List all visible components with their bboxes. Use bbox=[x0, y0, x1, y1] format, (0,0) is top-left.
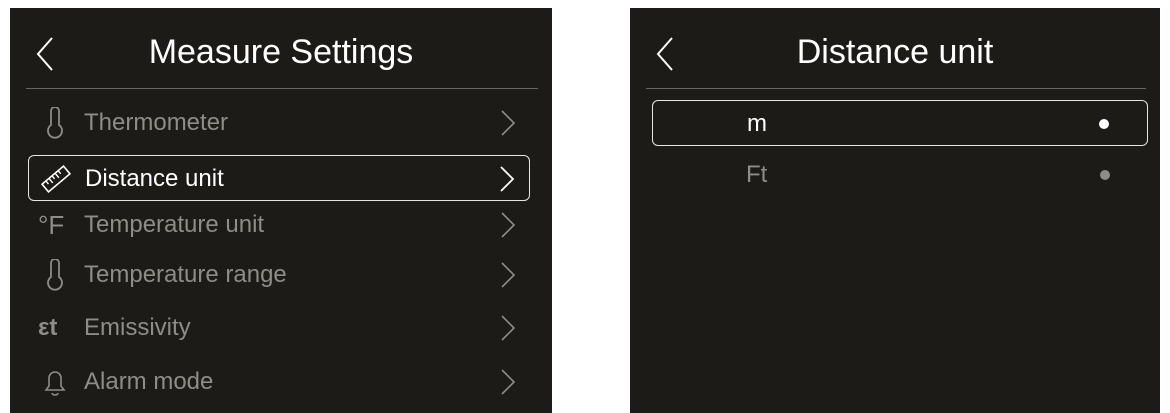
menu-item-label: Temperature unit bbox=[84, 211, 265, 238]
bell-icon bbox=[38, 366, 72, 398]
radio-indicator bbox=[1099, 119, 1109, 129]
header-divider bbox=[26, 88, 538, 89]
menu-item-label: Alarm mode bbox=[84, 368, 214, 395]
option-ft[interactable]: Ft bbox=[652, 152, 1148, 198]
chevron-right-icon bbox=[498, 107, 518, 139]
option-label: Ft bbox=[746, 161, 768, 188]
header-divider bbox=[646, 88, 1146, 89]
menu-item-distance-unit[interactable]: Distance unit bbox=[28, 155, 530, 201]
fahrenheit-icon: °F bbox=[38, 210, 65, 240]
thermometer-icon bbox=[38, 107, 72, 139]
chevron-right-icon bbox=[498, 312, 518, 344]
menu-item-temperature-unit[interactable]: °F Temperature unit bbox=[28, 202, 530, 248]
header: Measure Settings bbox=[10, 8, 552, 92]
chevron-right-icon bbox=[497, 163, 517, 195]
ruler-icon bbox=[39, 163, 73, 195]
chevron-right-icon bbox=[498, 259, 518, 291]
menu-item-label: Temperature range bbox=[84, 261, 287, 288]
menu-item-label: Distance unit bbox=[85, 165, 224, 192]
measure-settings-screen: Measure Settings Thermometer Distance un… bbox=[10, 8, 552, 413]
page-title: Distance unit bbox=[796, 33, 994, 71]
page-title: Measure Settings bbox=[148, 33, 414, 71]
menu-item-temperature-range[interactable]: Temperature range bbox=[28, 252, 530, 298]
menu-item-label: Thermometer bbox=[84, 109, 229, 136]
emissivity-icon: εt bbox=[38, 314, 58, 341]
distance-unit-screen: Distance unit m Ft bbox=[630, 8, 1160, 413]
menu-item-alarm-mode[interactable]: Alarm mode bbox=[28, 359, 530, 405]
radio-indicator bbox=[1100, 170, 1110, 180]
chevron-right-icon bbox=[498, 209, 518, 241]
chevron-right-icon bbox=[498, 366, 518, 398]
menu-item-label: Emissivity bbox=[84, 314, 191, 341]
thermometer-icon bbox=[38, 259, 72, 291]
option-label: m bbox=[747, 110, 767, 137]
option-m[interactable]: m bbox=[652, 100, 1148, 146]
header: Distance unit bbox=[630, 8, 1160, 92]
menu-item-emissivity[interactable]: εt Emissivity bbox=[28, 305, 530, 351]
menu-item-thermometer[interactable]: Thermometer bbox=[28, 100, 530, 146]
